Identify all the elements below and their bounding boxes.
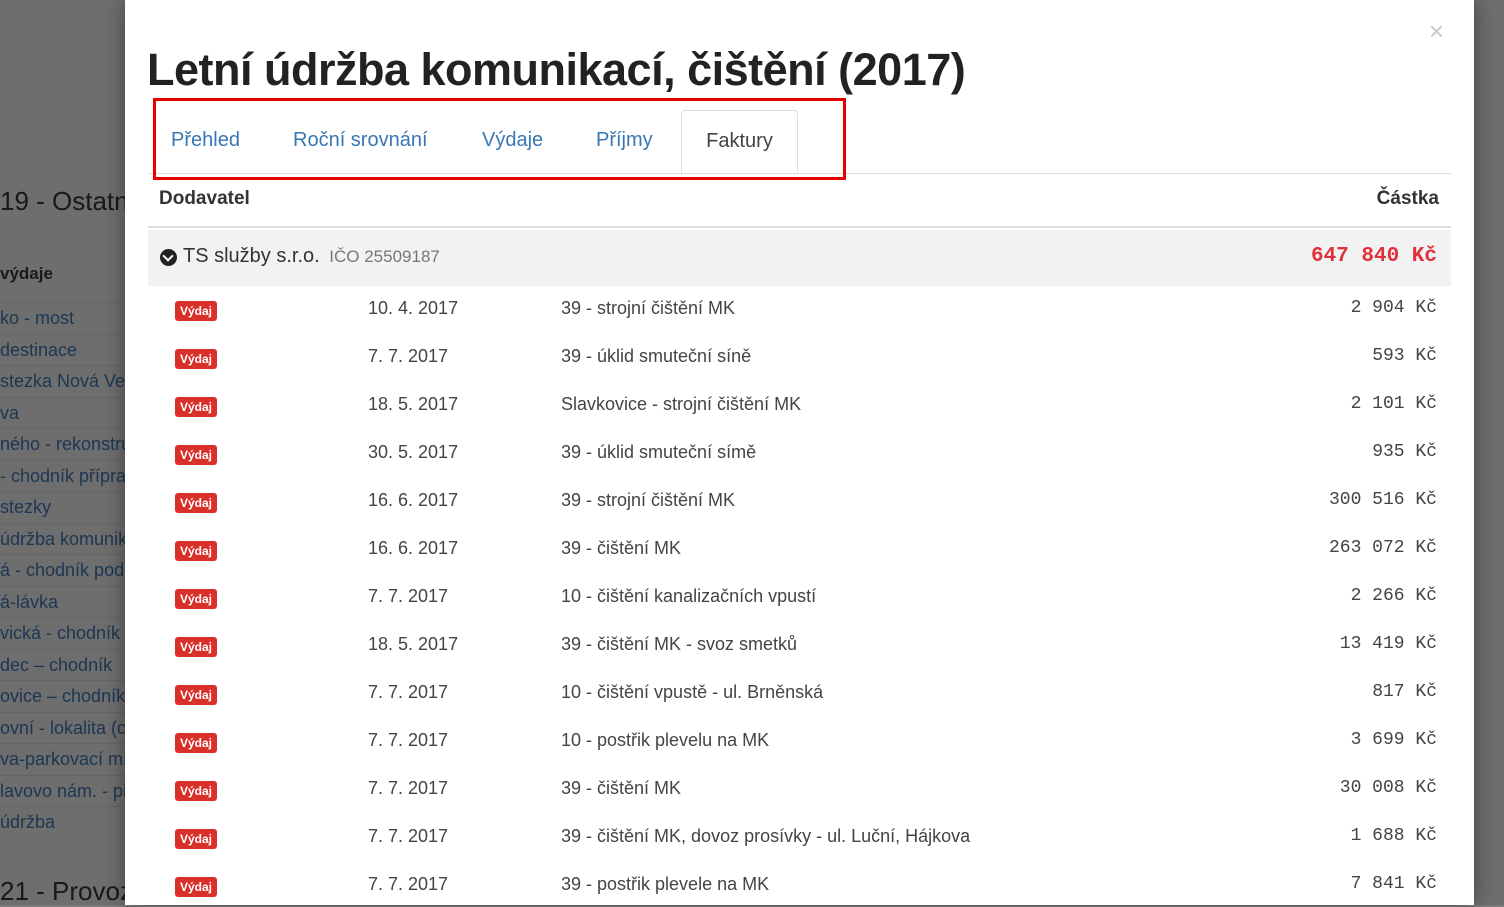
invoice-description: 39 - čištění MK, dovoz prosívky - ul. Lu…: [561, 826, 971, 846]
invoice-date: 16. 6. 2017: [368, 490, 459, 510]
invoice-amount: 263 072 Kč: [1328, 538, 1437, 558]
invoice-date: 18. 5. 2017: [368, 634, 459, 654]
invoice-amount: 2 266 Kč: [1350, 586, 1437, 606]
table-row: Výdaj 7. 7. 2017 39 - postřik plevele na…: [148, 862, 1451, 905]
tab-overview[interactable]: Přehled: [171, 110, 240, 173]
table-row: Výdaj 7. 7. 2017 39 - čištění MK, dovoz …: [148, 814, 1451, 862]
expense-badge: Výdaj: [175, 781, 218, 801]
tab-invoices[interactable]: Faktury: [681, 110, 798, 173]
table-row: Výdaj 7. 7. 2017 10 - čištění vpustě - u…: [148, 670, 1451, 718]
invoice-date: 7. 7. 2017: [368, 778, 449, 798]
table-row: Výdaj 18. 5. 2017 Slavkovice - strojní č…: [148, 382, 1451, 430]
expense-badge: Výdaj: [175, 541, 218, 561]
invoice-description: 10 - čištění vpustě - ul. Brněnská: [561, 682, 824, 702]
invoice-amount: 1 688 Kč: [1350, 826, 1437, 846]
supplier-name: TS služby s.r.o. IČO 25509187: [183, 245, 440, 268]
invoice-amount: 817 Kč: [1372, 682, 1437, 702]
expense-badge: Výdaj: [175, 349, 218, 369]
invoice-date: 7. 7. 2017: [368, 874, 449, 894]
invoice-date: 7. 7. 2017: [368, 346, 449, 366]
modal-title: Letní údržba komunikací, čištění (2017): [147, 44, 966, 95]
tab-yearly-comparison[interactable]: Roční srovnání: [293, 110, 428, 173]
invoice-amount: 2 904 Kč: [1350, 298, 1437, 318]
invoice-date: 16. 6. 2017: [368, 538, 459, 558]
supplier-group-row[interactable]: TS služby s.r.o. IČO 25509187 647 840 Kč: [148, 230, 1451, 286]
table-row: Výdaj 7. 7. 2017 10 - postřik plevelu na…: [148, 718, 1451, 766]
supplier-ico: IČO 25509187: [329, 247, 440, 266]
expense-badge: Výdaj: [175, 877, 218, 897]
supplier-name-text: TS služby s.r.o.: [183, 245, 320, 267]
expense-badge: Výdaj: [175, 829, 218, 849]
invoice-description: 39 - úklid smuteční símě: [561, 442, 757, 462]
table-row: Výdaj 10. 4. 2017 39 - strojní čištění M…: [148, 286, 1451, 334]
invoice-amount: 3 699 Kč: [1350, 730, 1437, 750]
tab-bar: Přehled Roční srovnání Výdaje Příjmy Fak…: [148, 110, 1451, 174]
column-header-amount[interactable]: Částka: [1377, 188, 1439, 210]
invoice-amount: 935 Kč: [1372, 442, 1437, 462]
expense-badge: Výdaj: [175, 685, 218, 705]
invoice-date: 7. 7. 2017: [368, 586, 449, 606]
invoice-description: 39 - úklid smuteční síně: [561, 346, 752, 366]
expense-badge: Výdaj: [175, 397, 218, 417]
tab-income[interactable]: Příjmy: [596, 110, 653, 173]
table-row: Výdaj 16. 6. 2017 39 - čištění MK 263 07…: [148, 526, 1451, 574]
invoice-modal: × Letní údržba komunikací, čištění (2017…: [125, 0, 1474, 905]
table-row: Výdaj 7. 7. 2017 39 - čištění MK 30 008 …: [148, 766, 1451, 814]
invoice-description: 39 - čištění MK - svoz smetků: [561, 634, 798, 654]
invoice-amount: 7 841 Kč: [1350, 874, 1437, 894]
table-row: Výdaj 16. 6. 2017 39 - strojní čištění M…: [148, 478, 1451, 526]
close-icon[interactable]: ×: [1429, 18, 1444, 44]
expense-badge: Výdaj: [175, 637, 218, 657]
table-row: Výdaj 7. 7. 2017 10 - čištění kanalizačn…: [148, 574, 1451, 622]
invoice-amount: 593 Kč: [1372, 346, 1437, 366]
invoice-amount: 13 419 Kč: [1339, 634, 1437, 654]
tab-expenses[interactable]: Výdaje: [482, 110, 543, 173]
invoice-date: 7. 7. 2017: [368, 826, 449, 846]
invoice-amount: 30 008 Kč: [1339, 778, 1437, 798]
table-header: Dodavatel Částka: [148, 174, 1451, 228]
invoice-description: 39 - čištění MK: [561, 778, 682, 798]
invoice-amount: 300 516 Kč: [1328, 490, 1437, 510]
chevron-down-circle-icon[interactable]: [160, 249, 177, 266]
invoice-date: 30. 5. 2017: [368, 442, 459, 462]
column-header-supplier[interactable]: Dodavatel: [159, 188, 250, 210]
expense-badge: Výdaj: [175, 493, 218, 513]
table-row: Výdaj 7. 7. 2017 39 - úklid smuteční sín…: [148, 334, 1451, 382]
invoice-description: 39 - strojní čištění MK: [561, 298, 736, 318]
expense-badge: Výdaj: [175, 301, 218, 321]
table-row: Výdaj 30. 5. 2017 39 - úklid smuteční sí…: [148, 430, 1451, 478]
invoice-description: 10 - postřik plevelu na MK: [561, 730, 770, 750]
invoice-amount: 2 101 Kč: [1350, 394, 1437, 414]
invoice-date: 7. 7. 2017: [368, 730, 449, 750]
expense-badge: Výdaj: [175, 445, 218, 465]
invoice-date: 7. 7. 2017: [368, 682, 449, 702]
expense-badge: Výdaj: [175, 733, 218, 753]
invoice-description: 10 - čištění kanalizačních vpustí: [561, 586, 817, 606]
invoice-description: 39 - postřik plevele na MK: [561, 874, 770, 894]
invoice-description: 39 - strojní čištění MK: [561, 490, 736, 510]
expense-badge: Výdaj: [175, 589, 218, 609]
invoice-rows: Výdaj 10. 4. 2017 39 - strojní čištění M…: [148, 286, 1451, 905]
invoice-date: 10. 4. 2017: [368, 298, 459, 318]
supplier-total: 647 840 Kč: [1310, 245, 1437, 268]
invoice-description: 39 - čištění MK: [561, 538, 682, 558]
table-row: Výdaj 18. 5. 2017 39 - čištění MK - svoz…: [148, 622, 1451, 670]
invoice-description: Slavkovice - strojní čištění MK: [561, 394, 802, 414]
invoice-date: 18. 5. 2017: [368, 394, 459, 414]
